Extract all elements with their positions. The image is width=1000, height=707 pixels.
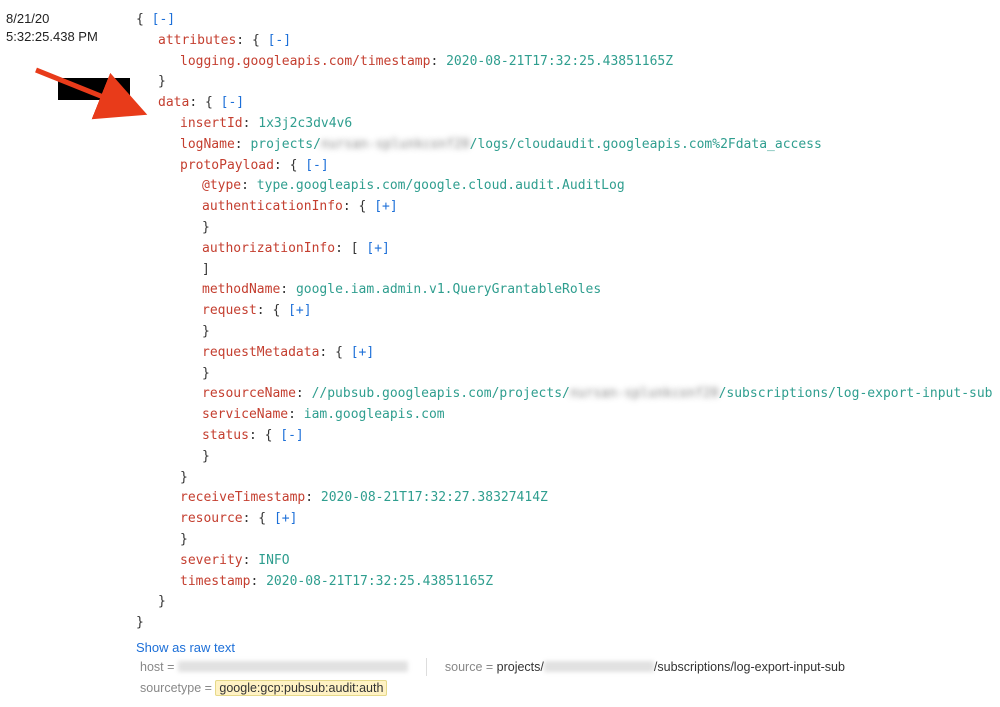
timestamp-column: 8/21/20 5:32:25.438 PM xyxy=(6,10,136,660)
brace: } xyxy=(158,74,166,89)
toggle-expand[interactable]: [+] xyxy=(274,511,297,526)
toggle-expand[interactable]: [+] xyxy=(288,303,311,318)
json-value: /logs/cloudaudit.googleapis.com%2Fdata_a… xyxy=(470,137,822,152)
json-value: 2020-08-21T17:32:25.43851165Z xyxy=(266,574,493,589)
json-key: insertId xyxy=(180,116,243,131)
event-time: 5:32:25.438 PM xyxy=(6,28,136,46)
brace: { xyxy=(136,12,144,27)
redacted-text: nursan-splunkconf20 xyxy=(321,137,470,152)
redacted-block xyxy=(58,78,130,100)
toggle-collapse[interactable]: [-] xyxy=(305,158,328,173)
event-date: 8/21/20 xyxy=(6,10,136,28)
json-value: /subscriptions/log-export-input-sub xyxy=(719,386,993,401)
json-key: logName xyxy=(180,137,235,152)
host-label: host = xyxy=(140,660,178,674)
json-value: 1x3j2c3dv4v6 xyxy=(258,116,352,131)
source-value-redacted xyxy=(544,661,654,672)
source-value-post: /subscriptions/log-export-input-sub xyxy=(654,660,845,674)
json-key-data: data xyxy=(158,95,189,110)
json-key: @type xyxy=(202,178,241,193)
json-key: protoPayload xyxy=(180,158,274,173)
toggle-collapse[interactable]: [-] xyxy=(221,95,244,110)
toggle-collapse[interactable]: [-] xyxy=(268,33,291,48)
toggle-expand[interactable]: [+] xyxy=(374,199,397,214)
json-key: resourceName xyxy=(202,386,296,401)
sourcetype-value[interactable]: google:gcp:pubsub:audit:auth xyxy=(215,680,387,696)
json-value: 2020-08-21T17:32:27.38327414Z xyxy=(321,490,548,505)
event-metadata: host = source = projects/ /subscriptions/… xyxy=(140,657,992,700)
json-key: timestamp xyxy=(180,574,250,589)
json-key: serviceName xyxy=(202,407,288,422)
toggle-collapse[interactable]: [-] xyxy=(280,428,303,443)
json-key: methodName xyxy=(202,282,280,297)
json-key: request xyxy=(202,303,257,318)
json-key: severity xyxy=(180,553,243,568)
json-value: google.iam.admin.v1.QueryGrantableRoles xyxy=(296,282,601,297)
json-value: 2020-08-21T17:32:25.43851165Z xyxy=(446,54,673,69)
source-label: source = xyxy=(445,660,497,674)
json-key: logging.googleapis.com/timestamp xyxy=(180,54,430,69)
json-value: type.googleapis.com/google.cloud.audit.A… xyxy=(257,178,625,193)
json-value: //pubsub.googleapis.com/projects/ xyxy=(312,386,570,401)
host-value-redacted xyxy=(178,661,408,672)
toggle-expand[interactable]: [+] xyxy=(366,241,389,256)
json-key: authenticationInfo xyxy=(202,199,343,214)
json-key: authorizationInfo xyxy=(202,241,335,256)
json-value: INFO xyxy=(258,553,289,568)
toggle-collapse[interactable]: [-] xyxy=(152,12,175,27)
json-key: resource xyxy=(180,511,243,526)
json-key: requestMetadata xyxy=(202,345,319,360)
json-viewer: { [-] attributes: { [-] logging.googleap… xyxy=(136,10,994,660)
sourcetype-label: sourcetype = xyxy=(140,681,215,695)
json-key: attributes xyxy=(158,33,236,48)
json-key: status xyxy=(202,428,249,443)
source-value-pre: projects/ xyxy=(497,660,544,674)
redacted-text: nursan-splunkconf20 xyxy=(570,386,719,401)
brace: { xyxy=(252,33,260,48)
json-value: projects/ xyxy=(250,137,320,152)
json-value: iam.googleapis.com xyxy=(304,407,445,422)
json-key: receiveTimestamp xyxy=(180,490,305,505)
meta-separator xyxy=(426,658,427,676)
colon: : xyxy=(236,33,252,48)
toggle-expand[interactable]: [+] xyxy=(351,345,374,360)
